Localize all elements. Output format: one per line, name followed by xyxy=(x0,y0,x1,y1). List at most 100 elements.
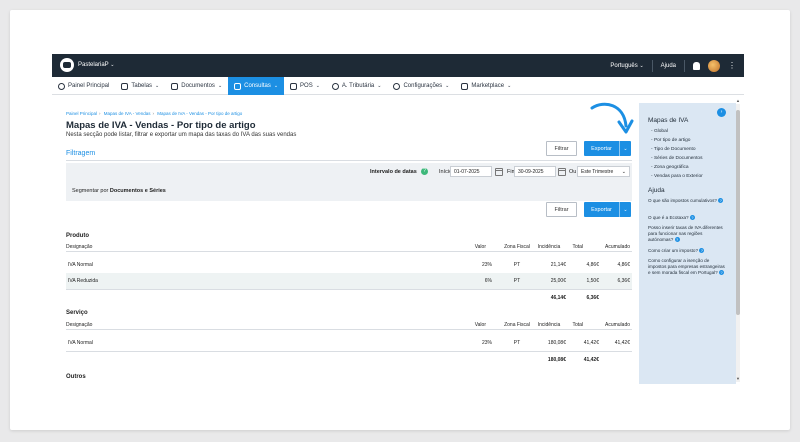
sidebar-link-vendas-exterior[interactable]: Vendas para o Exterior xyxy=(651,172,703,181)
col-designacao: Designação xyxy=(66,243,93,250)
end-date-input[interactable]: 30-09-2025 xyxy=(514,166,556,177)
sidebar-link-series[interactable]: Séries de Documentos xyxy=(651,154,703,163)
nav-a-tributaria[interactable]: A. Tributária ⌄ xyxy=(326,77,388,95)
col-designacao: Designação xyxy=(66,321,93,328)
interval-label: Intervalo de datas xyxy=(370,169,417,175)
help-item[interactable]: O que são impostos cumulativos? ? xyxy=(648,198,728,204)
total-incidencia: 180,08€ xyxy=(547,356,566,363)
cell-incidencia: 21,14€ xyxy=(550,262,566,268)
nav-documentos[interactable]: Documentos ⌄ xyxy=(165,77,228,95)
cell-total: 4,86€ xyxy=(586,262,599,268)
main-content: Painel Principal › Mapas de IVA - Vendas ›… xyxy=(60,103,636,384)
total-total: 6,36€ xyxy=(586,294,599,301)
calendar-icon[interactable] xyxy=(558,168,566,176)
breadcrumb-item[interactable]: Mapas de IVA - Vendas xyxy=(104,111,151,116)
cell-total: 1,50€ xyxy=(586,278,599,284)
scroll-down-icon[interactable]: ▼ xyxy=(736,376,740,381)
page-description: Nesta secção pode listar, filtrar e expo… xyxy=(66,132,297,138)
nav-consultas[interactable]: Consultas ⌄ xyxy=(228,77,285,95)
col-total: Total xyxy=(572,321,583,328)
sidebar-link-por-tipo-de-artigo[interactable]: Por tipo de artigo xyxy=(651,136,703,145)
help-item[interactable]: Como configurar a isenção de impostos pa… xyxy=(648,258,728,275)
company-logo[interactable] xyxy=(60,58,74,72)
help-item[interactable]: O que é a Ecotaxa? ? xyxy=(648,215,728,221)
filter-button[interactable]: Filtrar xyxy=(546,202,577,217)
scrollbar-thumb[interactable] xyxy=(736,110,740,315)
sidebar-title: Mapas de IVA xyxy=(648,117,689,124)
cell-acumulado: 4,86€ xyxy=(617,262,630,268)
bell-icon[interactable] xyxy=(693,61,700,70)
question-icon: ? xyxy=(699,248,705,254)
breadcrumb: Painel Principal › Mapas de IVA - Vendas ›… xyxy=(66,111,243,116)
company-switcher[interactable]: PastelariaP ⌄ xyxy=(78,62,114,68)
nav-configuracoes[interactable]: Configurações ⌄ xyxy=(387,77,455,95)
period-select[interactable]: Este Trimestre ⌄ xyxy=(577,166,630,177)
cell-designacao: IVA Reduzida xyxy=(68,278,98,284)
language-selector[interactable]: Português ⌄ xyxy=(610,63,643,69)
separator xyxy=(684,59,685,72)
export-button[interactable]: Exportar ⌄ xyxy=(584,141,631,156)
cell-designacao: IVA Normal xyxy=(68,262,93,268)
table-total-row: 46,14€ 6,36€ xyxy=(66,289,632,305)
cell-incidencia: 25,00€ xyxy=(550,278,566,284)
export-button[interactable]: Exportar ⌄ xyxy=(584,202,631,217)
document-icon xyxy=(171,82,179,90)
cell-valor: 23% xyxy=(481,262,492,268)
calendar-icon[interactable] xyxy=(495,168,503,176)
page-scrollbar[interactable]: ▲ ▼ xyxy=(736,98,740,382)
main-nav: Painel Principal Tabelas ⌄ Documentos ⌄ Co… xyxy=(52,77,744,95)
table-row: IVA Reduzida 6% PT 25,00€ 1,50€ 6,36€ xyxy=(66,273,632,289)
question-icon: ? xyxy=(718,198,724,204)
sidebar-toggle-icon[interactable]: › xyxy=(717,108,726,117)
table-total-row: 180,08€ 41,42€ xyxy=(66,351,632,367)
col-valor: Valor xyxy=(474,321,486,328)
tax-icon xyxy=(331,82,339,90)
divider xyxy=(66,160,632,161)
col-zona: Zona Fiscal xyxy=(504,243,530,250)
sidebar-link-tipo-de-documento[interactable]: Tipo de Documento xyxy=(651,145,703,154)
sidebar-link-global[interactable]: Global xyxy=(651,127,703,136)
help-item[interactable]: Posso inserir taxas de IVA diferentes pa… xyxy=(648,225,728,242)
cell-acumulado: 6,36€ xyxy=(617,278,630,284)
breadcrumb-item[interactable]: Painel Principal xyxy=(66,111,97,116)
separator xyxy=(651,59,653,72)
avatar[interactable] xyxy=(708,59,720,72)
nav-marketplace[interactable]: Marketplace ⌄ xyxy=(455,77,517,95)
question-icon: ? xyxy=(674,236,680,242)
book-icon xyxy=(121,82,129,90)
total-total: 41,42€ xyxy=(583,356,599,363)
filter-section-toggle[interactable]: Filtragem xyxy=(66,150,95,157)
help-item[interactable]: Como criar um imposto? ? xyxy=(648,248,728,254)
question-icon: ? xyxy=(689,215,695,221)
nav-painel-principal[interactable]: Painel Principal xyxy=(52,77,115,95)
top-bar: PastelariaP ⌄ Português ⌄ Ajuda ⋮ xyxy=(52,54,744,77)
start-date-input[interactable]: 01-07-2025 xyxy=(450,166,492,177)
tools-icon xyxy=(290,82,298,90)
page-title: Mapas de IVA - Vendas - Por tipo de arti… xyxy=(66,120,256,131)
nav-pos[interactable]: POS ⌄ xyxy=(284,77,326,95)
section-title-servico: Serviço xyxy=(66,310,88,316)
col-total: Total xyxy=(572,243,583,250)
help-title: Ajuda xyxy=(648,187,665,194)
cell-total: 41,42€ xyxy=(583,340,599,346)
table-row: IVA Normal 23% PT 21,14€ 4,86€ 4,86€ xyxy=(66,257,632,273)
filter-box: Intervalo de datas ? Início 01-07-2025 F… xyxy=(66,163,632,201)
gear-icon xyxy=(393,82,401,90)
scroll-up-icon[interactable]: ▲ xyxy=(736,98,740,103)
chevron-down-icon[interactable]: ⌄ xyxy=(619,202,631,217)
more-options-icon[interactable]: ⋮ xyxy=(728,61,736,70)
breadcrumb-item[interactable]: Mapas de IVA - Vendas - Por tipo de arti… xyxy=(157,111,242,116)
col-acumulado: Acumulado xyxy=(604,321,630,328)
sidebar-link-zona-geografica[interactable]: Zona geográfica xyxy=(651,163,703,172)
chevron-down-icon[interactable]: ⌄ xyxy=(619,141,631,156)
filter-button[interactable]: Filtrar xyxy=(546,141,577,156)
cell-designacao: IVA Normal xyxy=(68,340,93,346)
app-window: PastelariaP ⌄ Português ⌄ Ajuda ⋮ Painel… xyxy=(52,54,744,384)
help-icon[interactable]: ? xyxy=(421,168,428,175)
section-title-produto: Produto xyxy=(66,233,89,239)
dashboard-icon xyxy=(58,82,65,90)
nav-tabelas[interactable]: Tabelas ⌄ xyxy=(115,77,165,95)
annotation-arrow-icon xyxy=(590,102,634,134)
table-header: Designação Valor Zona Fiscal Incidência … xyxy=(66,242,632,252)
help-link[interactable]: Ajuda xyxy=(661,63,676,69)
